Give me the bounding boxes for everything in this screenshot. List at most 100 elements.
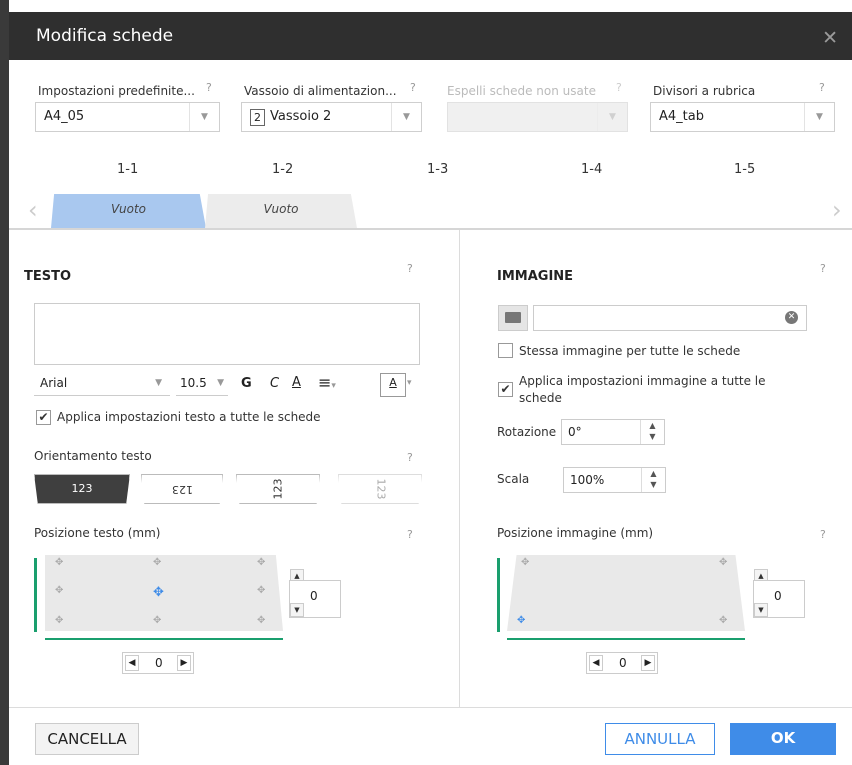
chevron-down-icon: ▼ xyxy=(217,378,224,388)
chevron-down-icon: ▼ xyxy=(155,378,162,388)
image-vertical-value: 0 xyxy=(774,589,782,603)
pos-top-right-icon[interactable]: ✥ xyxy=(257,557,265,568)
image-horizontal-value: 0 xyxy=(619,656,627,670)
chevron-down-icon: ▼ xyxy=(189,103,219,131)
tab-number-4: 1-4 xyxy=(581,162,603,177)
tab-number-2: 1-2 xyxy=(272,162,294,177)
font-select[interactable]: Arial ▼ xyxy=(34,372,170,396)
orientation-vertical-label: 123 xyxy=(374,478,387,500)
same-image-checkbox[interactable] xyxy=(498,343,513,358)
pos-middle-left-icon[interactable]: ✥ xyxy=(55,585,63,596)
tray-value: Vassoio 2 xyxy=(270,109,332,124)
image-position-help-icon[interactable]: ? xyxy=(820,528,826,541)
text-input[interactable] xyxy=(34,303,420,365)
img-pos-bottom-left-icon[interactable]: ✥ xyxy=(517,615,525,626)
size-value: 10.5 xyxy=(180,376,207,390)
orientation-label: Orientamento testo xyxy=(34,449,152,463)
orientation-rotated[interactable]: 123 xyxy=(236,474,320,504)
pos-bottom-left-icon[interactable]: ✥ xyxy=(55,615,63,626)
size-select[interactable]: 10.5 ▼ xyxy=(176,372,228,396)
image-horizontal-stepper[interactable]: ◀ 0 ▶ xyxy=(586,652,658,674)
pos-top-center-icon[interactable]: ✥ xyxy=(153,557,161,568)
italic-button[interactable]: C xyxy=(270,376,279,391)
eject-help-icon: ? xyxy=(616,81,622,94)
tab-1-label: Vuoto xyxy=(111,202,146,216)
tab-1[interactable]: Vuoto xyxy=(51,194,206,228)
apply-text-checkbox[interactable]: ✔ xyxy=(36,410,51,425)
tray-select[interactable]: 2 Vassoio 2 ▼ xyxy=(241,102,422,132)
scale-spinner[interactable]: ▲ ▼ xyxy=(641,468,665,492)
ok-button[interactable]: OK xyxy=(730,723,836,755)
font-color-button[interactable]: A xyxy=(380,373,406,397)
clear-button[interactable]: CANCELLA xyxy=(35,723,139,755)
pos-center-icon[interactable]: ✥ xyxy=(153,585,164,600)
scale-field[interactable]: 100% ▲ ▼ xyxy=(563,467,666,493)
same-image-label: Stessa immagine per tutte le schede xyxy=(519,344,741,358)
chevron-down-icon: ▼ xyxy=(391,103,421,131)
preset-value: A4_05 xyxy=(44,109,85,124)
image-vertical-down-button[interactable]: ▼ xyxy=(754,603,768,617)
rotation-value: 0° xyxy=(568,425,582,439)
tab-number-1: 1-1 xyxy=(117,162,139,177)
image-position-grid[interactable]: ✥ ✥ ✥ ✥ xyxy=(507,555,745,631)
text-position-grid[interactable]: ✥ ✥ ✥ ✥ ✥ ✥ ✥ ✥ ✥ xyxy=(45,555,283,631)
img-pos-top-right-icon[interactable]: ✥ xyxy=(719,557,727,568)
orientation-upside-down[interactable]: 123 xyxy=(141,474,223,504)
prev-tab-icon[interactable]: ‹ xyxy=(28,196,38,224)
pos-bottom-right-icon[interactable]: ✥ xyxy=(257,615,265,626)
eject-label: Espelli schede non usate xyxy=(447,84,596,98)
orientation-upside-down-label: 123 xyxy=(171,483,193,496)
tab-2-label: Vuoto xyxy=(263,202,299,216)
align-icon[interactable]: ≡▾ xyxy=(318,373,336,392)
apply-image-checkbox[interactable]: ✔ xyxy=(498,382,513,397)
clear-icon[interactable]: ✕ xyxy=(785,311,798,324)
horizontal-range-arrow xyxy=(45,638,283,640)
tray-label: Vassoio di alimentazion... xyxy=(244,84,397,98)
pos-bottom-center-icon[interactable]: ✥ xyxy=(153,615,161,626)
rotation-spinner[interactable]: ▲ ▼ xyxy=(640,420,664,444)
image-horizontal-left-button[interactable]: ◀ xyxy=(589,655,603,671)
horizontal-left-button[interactable]: ◀ xyxy=(125,655,139,671)
chevron-down-icon: ▾ xyxy=(407,378,412,388)
panel-divider xyxy=(459,230,460,708)
image-position-label: Posizione immagine (mm) xyxy=(497,526,654,540)
bold-button[interactable]: G xyxy=(241,376,252,391)
dividers-help-icon[interactable]: ? xyxy=(819,81,825,94)
rotation-label: Rotazione xyxy=(497,425,557,439)
tray-help-icon[interactable]: ? xyxy=(410,81,416,94)
orientation-vertical[interactable]: 123 xyxy=(338,474,422,504)
img-pos-bottom-right-icon[interactable]: ✥ xyxy=(719,615,727,626)
img-pos-top-left-icon[interactable]: ✥ xyxy=(521,557,529,568)
horizontal-right-button[interactable]: ▶ xyxy=(177,655,191,671)
pos-top-left-icon[interactable]: ✥ xyxy=(55,557,63,568)
pos-middle-right-icon[interactable]: ✥ xyxy=(257,585,265,596)
next-tab-icon[interactable]: › xyxy=(832,196,842,224)
rotation-field[interactable]: 0° ▲ ▼ xyxy=(561,419,665,445)
orientation-help-icon[interactable]: ? xyxy=(407,451,413,464)
preset-help-icon[interactable]: ? xyxy=(206,81,212,94)
text-help-icon[interactable]: ? xyxy=(407,262,413,275)
tab-2[interactable]: Vuoto xyxy=(205,194,357,228)
chevron-down-icon: ▼ xyxy=(804,103,834,131)
dividers-select[interactable]: A4_tab ▼ xyxy=(650,102,835,132)
image-help-icon[interactable]: ? xyxy=(820,262,826,275)
tab-number-3: 1-3 xyxy=(427,162,449,177)
image-path-input[interactable]: ✕ xyxy=(533,305,807,331)
text-header: TESTO xyxy=(24,269,72,284)
folder-icon[interactable] xyxy=(498,305,528,331)
window-edge xyxy=(0,0,9,765)
preset-select[interactable]: A4_05 ▼ xyxy=(35,102,220,132)
eject-select: ▼ xyxy=(447,102,628,132)
text-position-help-icon[interactable]: ? xyxy=(407,528,413,541)
scale-label: Scala xyxy=(497,472,530,486)
underline-button[interactable]: A xyxy=(292,375,301,390)
image-horizontal-right-button[interactable]: ▶ xyxy=(641,655,655,671)
close-icon[interactable]: ✕ xyxy=(822,27,838,49)
image-horizontal-range-arrow xyxy=(507,638,745,640)
orientation-rotated-label: 123 xyxy=(271,478,284,500)
font-value: Arial xyxy=(40,376,68,390)
text-horizontal-stepper[interactable]: ◀ 0 ▶ xyxy=(122,652,194,674)
vertical-down-button[interactable]: ▼ xyxy=(290,603,304,617)
orientation-horizontal[interactable]: 123 xyxy=(34,474,130,504)
cancel-button[interactable]: ANNULLA xyxy=(605,723,715,755)
